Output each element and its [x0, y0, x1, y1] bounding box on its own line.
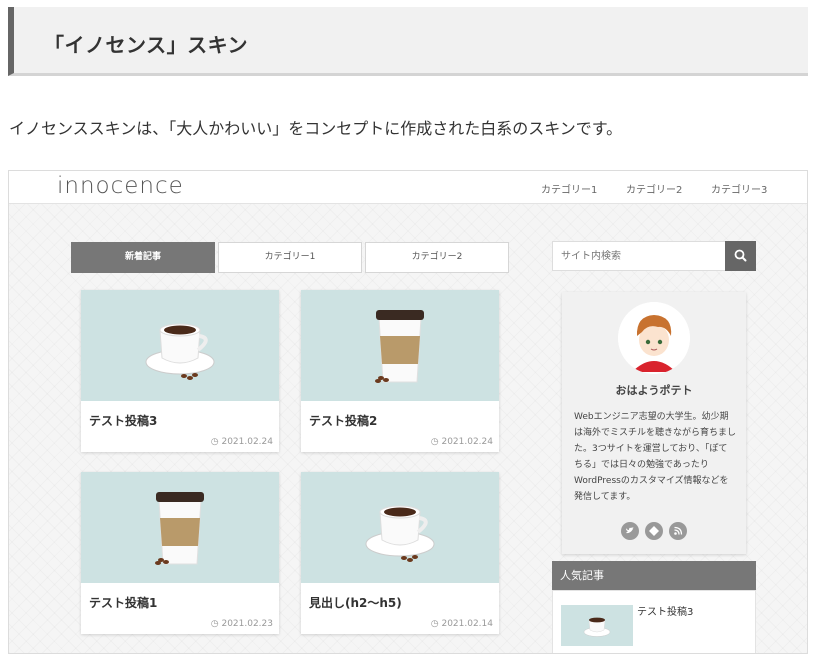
post-date: ◷ 2021.02.24: [210, 437, 273, 447]
article-heading: 「イノセンス」スキン: [8, 7, 808, 76]
popular-posts-heading: 人気記事: [552, 561, 756, 590]
post-date: ◷ 2021.02.23: [210, 619, 273, 629]
post-title[interactable]: テスト投稿3: [89, 412, 157, 429]
search-button[interactable]: [725, 241, 756, 271]
post-title[interactable]: テスト投稿2: [309, 412, 377, 429]
rss-icon[interactable]: [669, 522, 687, 540]
tab-new-posts[interactable]: 新着記事: [71, 242, 215, 273]
nav-item-category-3[interactable]: カテゴリー3: [711, 181, 767, 196]
clock-icon: ◷: [430, 619, 442, 629]
post-card[interactable]: 見出し(h2〜h5) ◷ 2021.02.14: [301, 472, 499, 634]
post-card[interactable]: テスト投稿3 ◷ 2021.02.24: [81, 290, 279, 452]
site-header: innocence カテゴリー1 カテゴリー2 カテゴリー3: [9, 171, 807, 204]
feedly-icon[interactable]: [645, 522, 663, 540]
search-icon: [734, 249, 747, 262]
search-input[interactable]: [553, 242, 725, 270]
nav-item-category-1[interactable]: カテゴリー1: [541, 181, 597, 196]
nav-item-category-2[interactable]: カテゴリー2: [626, 181, 682, 196]
coffee-cup-thumbnail: [301, 472, 499, 583]
clock-icon: ◷: [210, 437, 222, 447]
site-search: [552, 241, 756, 271]
clock-icon: ◷: [210, 619, 222, 629]
site-logo[interactable]: innocence: [57, 173, 184, 199]
post-title[interactable]: テスト投稿1: [89, 594, 157, 611]
coffee-cup-thumbnail[interactable]: [561, 605, 633, 646]
avatar: [618, 302, 690, 374]
twitter-icon[interactable]: [621, 522, 639, 540]
popular-posts-list: テスト投稿3: [552, 590, 756, 653]
clock-icon: ◷: [430, 437, 442, 447]
tab-category-1[interactable]: カテゴリー1: [218, 242, 362, 273]
paper-cup-thumbnail: [81, 472, 279, 583]
article-heading-text: 「イノセンス」スキン: [44, 33, 248, 57]
post-title[interactable]: 見出し(h2〜h5): [309, 594, 402, 611]
skin-preview-screenshot: innocence カテゴリー1 カテゴリー2 カテゴリー3 新着記事 カテゴリ…: [8, 170, 808, 654]
post-date: ◷ 2021.02.24: [430, 437, 493, 447]
popular-post-title[interactable]: テスト投稿3: [637, 603, 693, 618]
coffee-cup-thumbnail: [81, 290, 279, 401]
article-intro: イノセンススキンは、「大人かわいい」をコンセプトに作成された白系のスキンです。: [9, 119, 623, 138]
post-card[interactable]: テスト投稿1 ◷ 2021.02.23: [81, 472, 279, 634]
profile-name: おはようポテト: [615, 384, 693, 397]
paper-cup-thumbnail: [301, 290, 499, 401]
profile-description: Webエンジニア志望の大学生。幼少期は海外でミスチルを聴きながら育ちました。3つ…: [574, 412, 737, 502]
profile-widget: おはようポテト Webエンジニア志望の大学生。幼少期は海外でミスチルを聴きながら…: [562, 292, 746, 554]
tab-category-2[interactable]: カテゴリー2: [365, 242, 509, 273]
post-card[interactable]: テスト投稿2 ◷ 2021.02.24: [301, 290, 499, 452]
post-date: ◷ 2021.02.14: [430, 619, 493, 629]
